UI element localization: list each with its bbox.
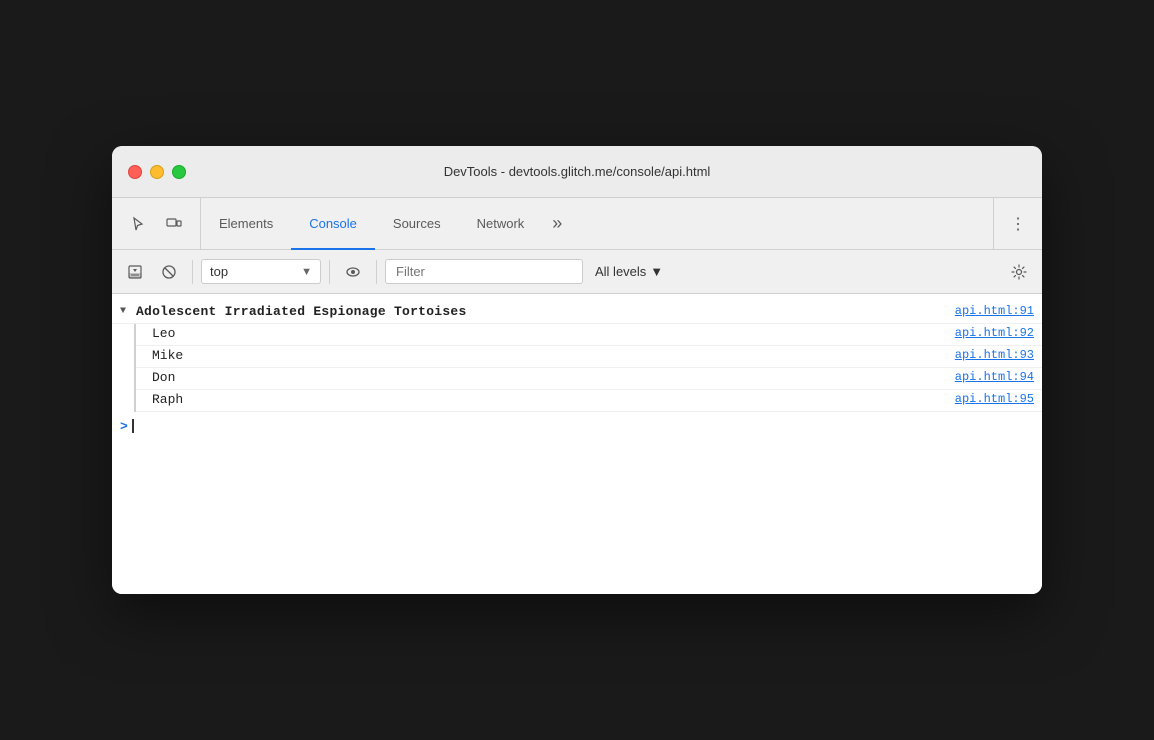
console-log-item: Raph api.html:95 [136,390,1042,412]
console-settings-button[interactable] [1004,257,1034,287]
cursor-icon [130,216,146,232]
source-link-leo[interactable]: api.html:92 [955,326,1034,340]
log-levels-button[interactable]: All levels ▼ [587,260,671,283]
tab-sources[interactable]: Sources [375,199,459,250]
expand-arrow[interactable]: ▼ [120,304,132,317]
more-options-button[interactable]: ⋮ [1004,210,1032,238]
separator-2 [329,260,330,284]
title-bar: DevTools - devtools.glitch.me/console/ap… [112,146,1042,198]
group-children-container: Leo api.html:92 Mike api.html:93 Don api… [112,324,1042,412]
console-cursor [132,419,134,433]
tabs-bar: Elements Console Sources Network » ⋮ [112,198,1042,250]
more-tabs-button[interactable]: » [542,198,572,249]
traffic-lights [128,165,186,179]
console-input-line: > [112,412,1042,440]
console-output: ▼ Adolescent Irradiated Espionage Tortoi… [112,294,1042,594]
source-link-raph[interactable]: api.html:95 [955,392,1034,406]
log-text-raph: Raph [152,392,955,407]
console-toolbar: top ▼ All levels ▼ [112,250,1042,294]
show-console-drawer-button[interactable] [120,257,150,287]
group-source-link[interactable]: api.html:91 [955,304,1034,318]
group-children: Leo api.html:92 Mike api.html:93 Don api… [136,324,1042,412]
context-dropdown-arrow: ▼ [301,266,312,278]
eye-icon [345,264,361,280]
tabs-list: Elements Console Sources Network » [201,198,993,249]
log-text-mike: Mike [152,348,955,363]
console-prompt: > [120,419,128,434]
maximize-button[interactable] [172,165,186,179]
tab-elements[interactable]: Elements [201,199,291,250]
gear-icon [1011,264,1027,280]
log-text-leo: Leo [152,326,955,341]
group-label: Adolescent Irradiated Espionage Tortoise… [136,304,955,319]
window-title: DevTools - devtools.glitch.me/console/ap… [444,164,711,179]
eye-button[interactable] [338,257,368,287]
log-text-don: Don [152,370,955,385]
console-log-item: Don api.html:94 [136,368,1042,390]
devtools-left-icons [112,198,201,249]
drawer-icon [127,264,143,280]
tabs-right-icons: ⋮ [993,198,1042,249]
console-log-item: Mike api.html:93 [136,346,1042,368]
devtools-window: DevTools - devtools.glitch.me/console/ap… [112,146,1042,594]
device-icon [166,216,182,232]
clear-icon [161,264,177,280]
source-link-mike[interactable]: api.html:93 [955,348,1034,362]
filter-input[interactable] [385,259,583,284]
close-button[interactable] [128,165,142,179]
minimize-button[interactable] [150,165,164,179]
console-group-entry: ▼ Adolescent Irradiated Espionage Tortoi… [112,302,1042,324]
console-log-item: Leo api.html:92 [136,324,1042,346]
clear-console-button[interactable] [154,257,184,287]
separator-1 [192,260,193,284]
tab-console[interactable]: Console [291,199,375,250]
cursor-icon-button[interactable] [124,210,152,238]
source-link-don[interactable]: api.html:94 [955,370,1034,384]
context-selector[interactable]: top ▼ [201,259,321,284]
device-toggle-button[interactable] [160,210,188,238]
separator-3 [376,260,377,284]
tab-network[interactable]: Network [459,199,543,250]
